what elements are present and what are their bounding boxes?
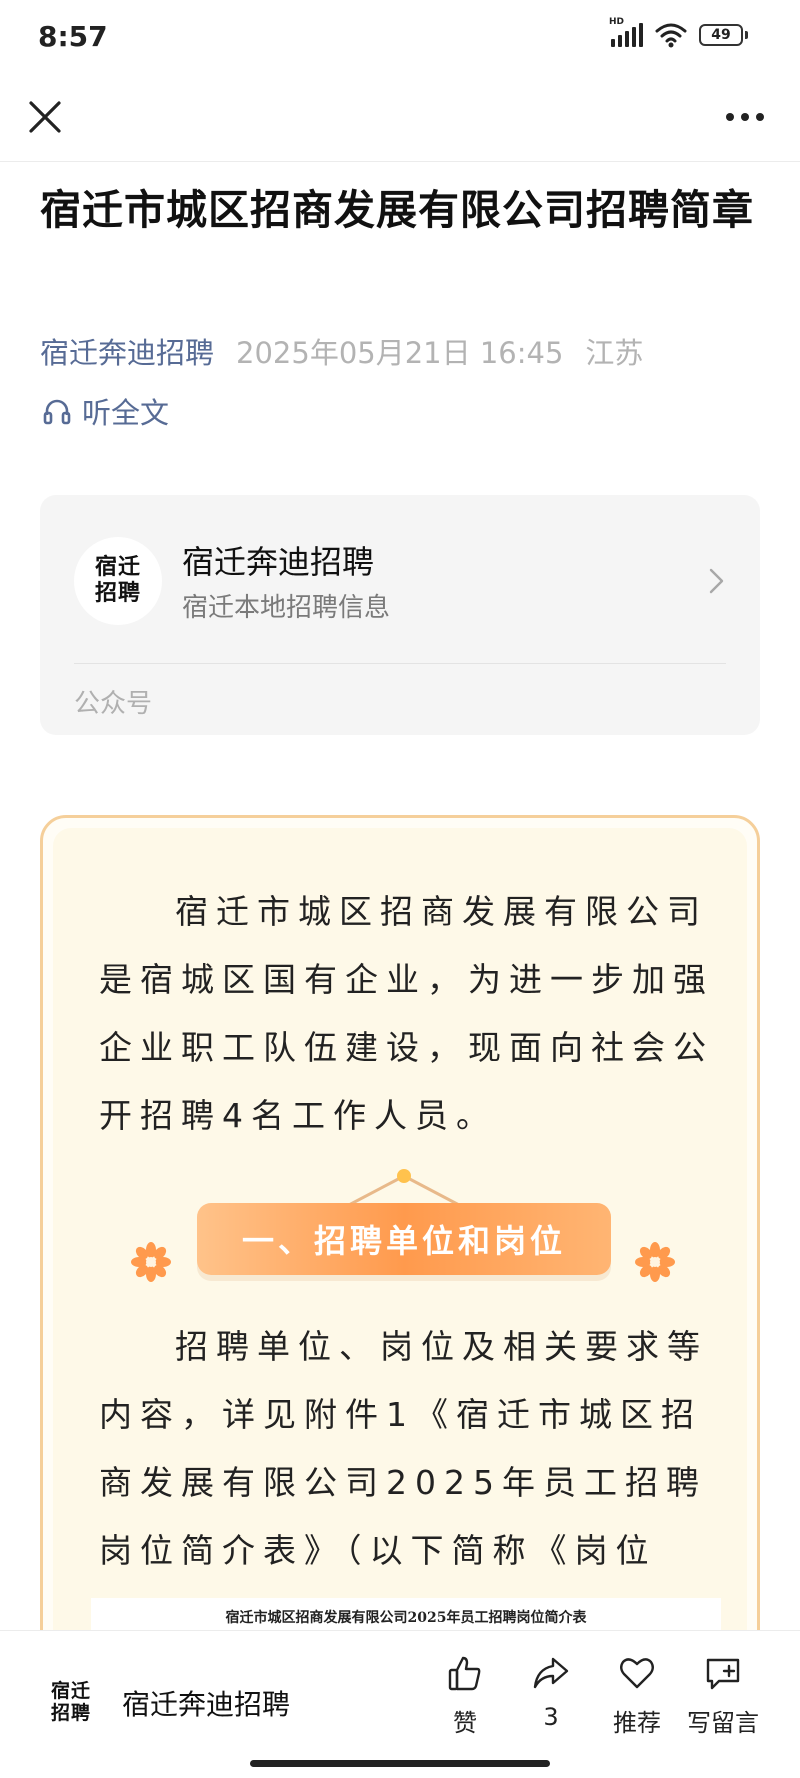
battery-level: 49 (699, 24, 743, 46)
share-icon (533, 1657, 569, 1689)
recommend-label: 推荐 (613, 1709, 661, 1737)
publish-date: 2025年05月21日 16:45 (236, 336, 564, 370)
like-label: 赞 (453, 1709, 477, 1737)
headphones-icon (43, 399, 71, 425)
close-icon (29, 101, 61, 133)
status-icons: HD 49 (609, 17, 748, 48)
more-icon (726, 113, 734, 121)
card-divider (74, 663, 726, 664)
logo-text: 宿迁 招聘 (50, 1680, 91, 1724)
signal-icon: HD (609, 17, 643, 47)
more-button[interactable] (720, 106, 770, 128)
recommend-button[interactable]: 推荐 (592, 1653, 682, 1738)
chevron-right-icon (709, 568, 724, 594)
publish-location: 江苏 (585, 336, 644, 370)
flower-icon (635, 1242, 675, 1282)
like-button[interactable]: 赞 (420, 1653, 510, 1738)
article-title: 宿迁市城区招商发展有限公司招聘简章 (40, 186, 754, 234)
heart-icon (620, 1658, 654, 1689)
comment-label: 写留言 (687, 1709, 759, 1737)
thumbs-up-icon (448, 1656, 481, 1691)
comment-add-icon (706, 1658, 740, 1690)
bottom-toolbar: 宿迁 招聘 宿迁奔迪招聘 赞 3 推荐 写留言 (0, 1630, 800, 1778)
article-meta: 宿迁奔迪招聘 2025年05月21日 16:45 江苏 (40, 330, 643, 372)
account-card-description: 宿迁本地招聘信息 (182, 593, 391, 623)
article-page: 8:57 HD 49 宿迁市城区招商发展有限公司招聘简章 宿迁奔迪招聘 2025… (0, 0, 800, 1778)
status-time: 8:57 (38, 20, 108, 53)
nav-bar (0, 72, 800, 162)
share-button[interactable]: 3 (506, 1653, 596, 1731)
wifi-icon (655, 23, 687, 48)
close-button[interactable] (22, 94, 68, 140)
share-count: 3 (543, 1703, 559, 1731)
home-indicator[interactable] (250, 1760, 550, 1767)
network-type-label: HD (609, 17, 625, 27)
flower-icon (131, 1242, 171, 1282)
bottom-account-avatar[interactable]: 宿迁 招聘 (40, 1671, 102, 1733)
account-type: 公众号 (74, 689, 153, 719)
bottom-account-name[interactable]: 宿迁奔迪招聘 (122, 1683, 290, 1723)
listen-label: 听全文 (82, 396, 170, 430)
logo-text: 宿迁 招聘 (94, 555, 141, 606)
account-card[interactable]: 宿迁 招聘 宿迁奔迪招聘 宿迁本地招聘信息 公众号 (40, 495, 760, 735)
listen-button[interactable]: 听全文 (42, 390, 169, 432)
section-title: 一、招聘单位和岗位 (197, 1203, 611, 1275)
account-avatar: 宿迁 招聘 (74, 537, 162, 625)
battery-icon: 49 (699, 24, 748, 46)
intro-paragraph: 宿迁市城区招商发展有限公司是宿城区国有企业，为进一步加强企业职工队伍建设，现面向… (99, 892, 714, 1135)
status-bar: 8:57 HD 49 (0, 0, 800, 72)
account-card-name: 宿迁奔迪招聘 (182, 543, 375, 581)
comment-button[interactable]: 写留言 (678, 1653, 768, 1738)
section-header: 一、招聘单位和岗位 (197, 1168, 611, 1275)
account-link[interactable]: 宿迁奔迪招聘 (40, 336, 214, 370)
